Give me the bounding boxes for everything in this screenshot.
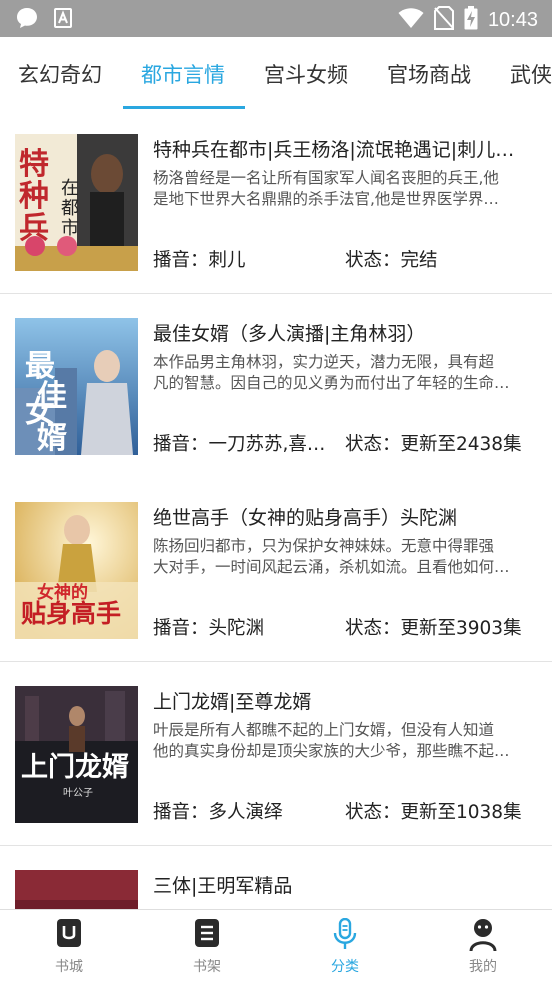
svg-text:特: 特 [19,147,49,182]
book-description: 陈扬回归都市，只为保护女神妹妹。无意中得罪强 大对手，一时间风起云涌，杀机如流。… [153,537,510,576]
book-status: 状态：更新至3903集 [345,618,522,639]
bookshelf-icon [194,918,220,952]
microphone-icon [332,917,358,954]
nav-bookstore[interactable]: 书城 [0,910,138,981]
bookstore-icon [56,918,82,952]
book-title[interactable]: 最佳女婿（多人演播|主角林羽） [153,319,538,346]
tab-gongdou[interactable]: 宫斗女频 [264,59,348,89]
svg-text:在: 在 [61,178,79,199]
book-narrator: 播音：刺儿 [153,250,246,271]
book-item[interactable]: 最 佳 女 婿 最佳女婿（多人演播|主角林羽） 本作品男主角林羽，实力逆天，潜力… [0,294,552,478]
no-sim-icon [433,6,454,34]
book-cover[interactable]: 上门龙婿 叶公子 [15,686,138,823]
book-description: 叶辰是所有人都瞧不起的上门女婿，但没有人知道 他的真实身份却是顶尖家族的大少爷，… [153,721,510,760]
svg-text:贴身高手: 贴身高手 [21,599,121,628]
nav-category[interactable]: 分类 [276,910,414,981]
book-narrator: 播音：头陀渊 [153,618,265,639]
svg-text:种: 种 [19,179,49,214]
a-icon [54,8,72,32]
book-item[interactable]: 女神的 贴身高手 绝世高手（女神的贴身高手）头陀渊 陈扬回归都市，只为保护女神妹… [0,478,552,662]
book-description: 本作品男主角林羽，实力逆天，潜力无限，具有超 凡的智慧。因自己的见义勇为而付出了… [153,353,510,392]
book-title[interactable]: 特种兵在都市|兵王杨洛|流氓艳遇记|刺儿… [153,135,538,162]
tab-dushi[interactable]: 都市言情 [141,59,225,89]
category-tabs: 玄幻奇幻 都市言情 宫斗女频 官场商战 武侠 [0,37,552,110]
tab-wuxia[interactable]: 武侠 [510,59,552,89]
nav-bookshelf[interactable]: 书架 [138,910,276,981]
active-tab-indicator [123,106,245,109]
nav-profile[interactable]: 我的 [414,910,552,981]
book-status: 状态：更新至1038集 [345,802,522,823]
wifi-icon [398,7,424,33]
book-narrator: 播音：一刀苏苏,喜… [153,434,326,455]
battery-charging-icon [464,6,478,34]
book-status: 状态：完结 [345,250,438,271]
book-title[interactable]: 绝世高手（女神的贴身高手）头陀渊 [153,503,538,530]
book-item[interactable]: 特 种 兵 在 都 市 特种兵在都市|兵王杨洛|流氓艳遇记|刺儿… 杨洛曾经是一… [0,110,552,294]
status-bar: 10:43 [0,0,552,37]
profile-icon [469,918,497,956]
book-description: 杨洛曾经是一名让所有国家军人闻名丧胆的兵王,他 是地下世界大名鼎鼎的杀手法官,他… [153,169,499,208]
tab-guanchang[interactable]: 官场商战 [387,59,471,89]
book-status: 状态：更新至2438集 [345,434,522,455]
clock: 10:43 [487,8,538,31]
svg-text:叶公子: 叶公子 [63,787,93,799]
book-cover[interactable]: 特 种 兵 在 都 市 [15,134,138,271]
book-title[interactable]: 三体|王明军精品 [153,871,538,898]
bottom-navigation: 书城 书架 分类 我的 [0,909,552,981]
tab-xuanhuan[interactable]: 玄幻奇幻 [18,59,102,89]
book-cover[interactable]: 最 佳 女 婿 [15,318,138,455]
message-icon [16,7,38,33]
book-cover[interactable]: 女神的 贴身高手 [15,502,138,639]
svg-text:婿: 婿 [37,421,67,455]
svg-text:兵: 兵 [19,211,49,246]
svg-text:上门龙婿: 上门龙婿 [21,752,129,783]
book-title[interactable]: 上门龙婿|至尊龙婿 [153,687,538,714]
book-narrator: 播音：多人演绎 [153,802,283,823]
svg-text:市: 市 [61,218,79,239]
book-item[interactable]: 上门龙婿 叶公子 上门龙婿|至尊龙婿 叶辰是所有人都瞧不起的上门女婿，但没有人知… [0,662,552,846]
svg-text:都: 都 [61,198,79,219]
